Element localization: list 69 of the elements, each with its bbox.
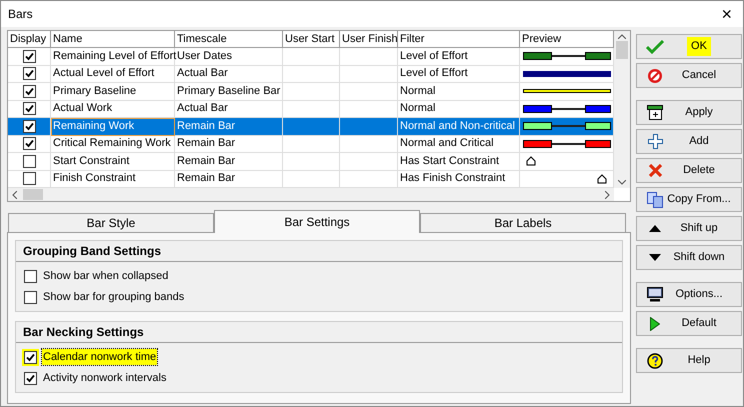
dialog-button[interactable]: OK: [636, 34, 742, 59]
monitor-icon: [647, 287, 663, 302]
horizontal-scrollbar[interactable]: [8, 188, 614, 201]
display-checkbox[interactable]: [22, 67, 36, 80]
checkbox-label[interactable]: Show bar for grouping bands: [42, 288, 186, 306]
close-button[interactable]: ×: [717, 5, 736, 23]
table-row[interactable]: Primary Baseline Primary Baseline Bar Normal: [8, 83, 614, 100]
scroll-down-icon[interactable]: [618, 180, 626, 185]
column-header[interactable]: Filter: [398, 31, 520, 47]
help-icon: [647, 352, 663, 368]
scroll-thumb[interactable]: [616, 41, 628, 59]
scroll-right-icon[interactable]: [605, 190, 610, 198]
dialog-button[interactable]: Options...: [636, 282, 742, 307]
table-cell: Actual Work: [51, 100, 175, 118]
display-checkbox[interactable]: [22, 137, 36, 150]
triangle-up-icon: [649, 225, 661, 232]
scroll-left-icon[interactable]: [12, 190, 17, 198]
dialog-button[interactable]: Help: [636, 348, 742, 373]
copy-icon: [647, 192, 663, 208]
delete-icon: [648, 163, 662, 178]
window-title: Bars: [8, 6, 33, 23]
checkbox-label[interactable]: Calendar nonwork time: [42, 348, 158, 366]
checkbox[interactable]: [24, 290, 37, 304]
group-title: Grouping Band Settings: [23, 243, 161, 260]
table-row[interactable]: Finish Constraint Remain Bar Has Finish Constraint: [8, 170, 614, 188]
checkbox[interactable]: [24, 270, 37, 282]
table-add-icon: [647, 105, 663, 120]
display-checkbox[interactable]: [22, 154, 36, 168]
tab[interactable]: Bar Settings: [214, 210, 420, 233]
dialog-button[interactable]: Shift up: [636, 216, 742, 241]
plus-icon: [648, 134, 662, 149]
triangle-down-icon: [649, 254, 661, 261]
table-row[interactable]: Actual Work Actual Bar Normal: [8, 100, 614, 118]
table-cell: Remaining Work: [51, 118, 175, 136]
table-row[interactable]: Critical Remaining Work Remain Bar Normal and Critical: [8, 136, 614, 153]
display-checkbox[interactable]: [22, 102, 36, 116]
check-icon: [646, 40, 664, 54]
dialog-button[interactable]: Cancel: [636, 63, 742, 88]
dialog-button[interactable]: Shift down: [636, 245, 742, 270]
scroll-thumb[interactable]: [23, 189, 43, 200]
checkbox-label[interactable]: Show bar when collapsed: [42, 268, 170, 284]
prohibited-icon: [647, 68, 663, 84]
checkbox[interactable]: [24, 350, 37, 364]
table-row[interactable]: Start Constraint Remain Bar Has Start Constraint: [8, 153, 614, 170]
column-header[interactable]: Display: [8, 31, 51, 47]
display-checkbox[interactable]: [22, 84, 36, 98]
dialog-button[interactable]: Copy From...: [636, 187, 742, 212]
display-checkbox[interactable]: [22, 172, 36, 186]
play-icon: [650, 316, 660, 330]
column-header[interactable]: Timescale: [175, 31, 283, 47]
column-header[interactable]: Name: [51, 31, 175, 47]
column-header[interactable]: User Start: [283, 31, 340, 47]
vertical-scrollbar[interactable]: [614, 31, 630, 188]
table-row[interactable]: Actual Level of Effort Actual Bar Level of Effort: [8, 66, 614, 83]
display-checkbox[interactable]: [22, 120, 36, 133]
checkbox[interactable]: [24, 372, 37, 384]
dialog-button[interactable]: Default: [636, 311, 742, 336]
tab[interactable]: Bar Labels: [420, 213, 626, 233]
table-row[interactable]: Remaining Level of EffortUser Dates Level of Effort: [8, 48, 614, 66]
group-title: Bar Necking Settings: [23, 324, 144, 341]
dialog-button[interactable]: Delete: [636, 158, 742, 183]
dialog-button[interactable]: Add: [636, 129, 742, 154]
display-checkbox[interactable]: [22, 50, 36, 63]
scroll-up-icon[interactable]: [618, 34, 626, 39]
column-header[interactable]: User Finish: [340, 31, 398, 47]
checkbox-label[interactable]: Activity nonwork intervals: [42, 370, 168, 386]
dialog-button[interactable]: Apply: [636, 100, 742, 125]
table-row[interactable]: Remaining Work Remain Bar Normal and Non-critical: [8, 118, 614, 136]
tab[interactable]: Bar Style: [8, 213, 214, 233]
